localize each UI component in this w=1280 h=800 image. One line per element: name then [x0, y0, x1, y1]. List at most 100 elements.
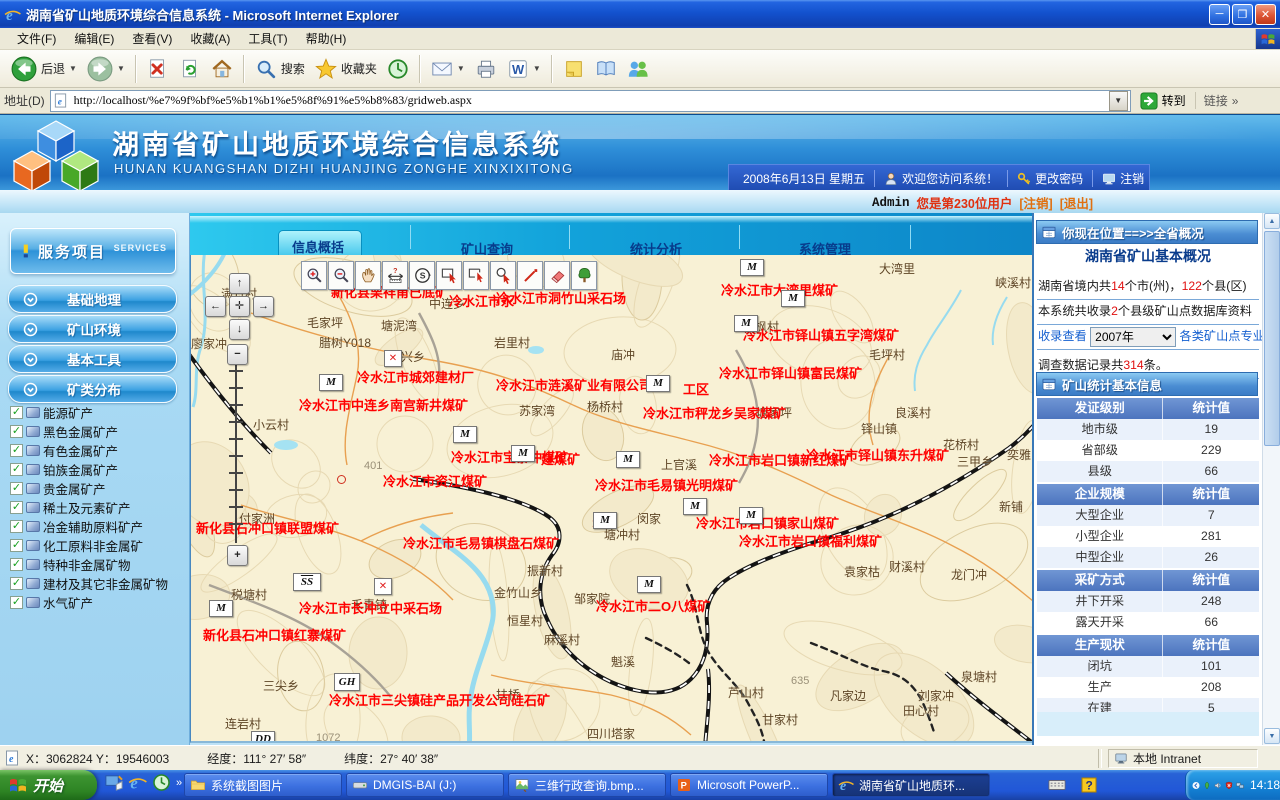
- pan-right-button[interactable]: →: [253, 296, 274, 317]
- map-marker-ghbox[interactable]: GH: [334, 673, 360, 691]
- tab-信息概括[interactable]: 信息概括: [292, 237, 344, 256]
- map-marker-xbox[interactable]: ✕: [374, 578, 392, 595]
- history-icon[interactable]: [152, 773, 171, 792]
- menu-item[interactable]: 工具(T): [239, 30, 296, 48]
- research-button[interactable]: [590, 55, 622, 83]
- address-input[interactable]: [72, 92, 1105, 109]
- start-button[interactable]: 开始: [0, 770, 97, 800]
- tab-系统管理[interactable]: 系统管理: [799, 239, 851, 256]
- mine-marker[interactable]: M: [511, 445, 535, 462]
- menu-item[interactable]: 文件(F): [8, 30, 65, 48]
- mine-marker[interactable]: M: [646, 375, 670, 392]
- mine-marker[interactable]: M: [734, 315, 758, 332]
- layer-checkbox[interactable]: ✓: [10, 463, 23, 476]
- exit-bracket-link[interactable]: [退出]: [1060, 193, 1093, 212]
- map-tool-zoom-out[interactable]: [328, 261, 354, 290]
- menu-item[interactable]: 编辑(E): [65, 30, 123, 48]
- lan-icon[interactable]: [1236, 779, 1244, 792]
- mine-marker[interactable]: M: [740, 259, 764, 276]
- map-tool-pan[interactable]: [355, 261, 381, 290]
- layer-row[interactable]: ✓有色金属矿产: [10, 441, 186, 460]
- keyboard-icon[interactable]: [1048, 777, 1066, 793]
- sidebar-group-3[interactable]: 基本工具: [8, 345, 177, 373]
- mine-marker[interactable]: M: [637, 576, 661, 593]
- layer-row[interactable]: ✓黑色金属矿产: [10, 422, 186, 441]
- tab-统计分析[interactable]: 统计分析: [630, 239, 682, 256]
- sidebar-group-4[interactable]: 矿类分布: [8, 375, 177, 403]
- close-button[interactable]: ✕: [1255, 4, 1276, 25]
- map-tool-scale[interactable]: S: [409, 261, 435, 290]
- sidebar-group-1[interactable]: 基础地理: [8, 285, 177, 313]
- speaker-icon[interactable]: [1214, 779, 1222, 792]
- forward-button[interactable]: ▼: [82, 53, 130, 85]
- mine-marker[interactable]: M: [781, 290, 805, 307]
- scroll-thumb[interactable]: [1264, 231, 1280, 446]
- layer-checkbox[interactable]: ✓: [10, 520, 23, 533]
- mine-marker[interactable]: M: [616, 451, 640, 468]
- home-button[interactable]: [206, 55, 238, 83]
- back-button[interactable]: 后退▼: [6, 53, 82, 85]
- links-menu[interactable]: 链接»: [1195, 92, 1239, 109]
- layer-row[interactable]: ✓特种非金属矿物: [10, 555, 186, 574]
- taskbar-task[interactable]: DMGIS-BAI (J:): [346, 773, 504, 797]
- map-tool-eraser[interactable]: [544, 261, 570, 290]
- mail-button[interactable]: ▼: [426, 55, 470, 83]
- taskbar-task[interactable]: e湖南省矿山地质环...: [832, 773, 990, 797]
- mine-marker[interactable]: M: [319, 374, 343, 391]
- scroll-down-button[interactable]: ▼: [1264, 728, 1280, 744]
- layer-row[interactable]: ✓冶金辅助原料矿产: [10, 517, 186, 536]
- menu-item[interactable]: 收藏(A): [181, 30, 239, 48]
- history-button[interactable]: [382, 55, 414, 83]
- map-tool-zoom-in[interactable]: [301, 261, 327, 290]
- layer-row[interactable]: ✓建材及其它非金属矿物: [10, 574, 186, 593]
- print-button[interactable]: [470, 55, 502, 83]
- pan-left-button[interactable]: ←: [205, 296, 226, 317]
- map-tool-select-rect[interactable]: [436, 261, 462, 290]
- taskbar-task[interactable]: 系统截图图片: [184, 773, 342, 797]
- mine-marker[interactable]: M: [209, 600, 233, 617]
- minimize-button[interactable]: ─: [1209, 4, 1230, 25]
- layer-checkbox[interactable]: ✓: [10, 558, 23, 571]
- layer-row[interactable]: ✓能源矿产: [10, 403, 186, 422]
- red-shield-icon[interactable]: [1225, 779, 1233, 792]
- menu-item[interactable]: 帮助(H): [297, 30, 356, 48]
- map-tool-clip-rect[interactable]: [463, 261, 489, 290]
- logout-link[interactable]: 注销: [1102, 170, 1144, 187]
- tab-矿山查询[interactable]: 矿山查询: [461, 239, 513, 256]
- map-tool-measure[interactable]: ?: [382, 261, 408, 290]
- layer-checkbox[interactable]: ✓: [10, 501, 23, 514]
- go-button[interactable]: 转到: [1136, 91, 1190, 111]
- search-button[interactable]: 搜索: [250, 55, 310, 83]
- address-field[interactable]: e ▼: [50, 90, 1131, 112]
- taskbar-task[interactable]: PMicrosoft PowerP...: [670, 773, 828, 797]
- layer-row[interactable]: ✓贵金属矿产: [10, 479, 186, 498]
- layer-checkbox[interactable]: ✓: [10, 539, 23, 552]
- map-marker-xbox[interactable]: ✕: [384, 350, 402, 367]
- chevron-left-icon[interactable]: [1192, 779, 1200, 792]
- help-icon[interactable]: ?: [1080, 777, 1098, 793]
- address-dropdown-icon[interactable]: ▼: [1109, 91, 1128, 111]
- pan-down-button[interactable]: ↓: [229, 319, 250, 340]
- ie-icon[interactable]: e: [128, 773, 147, 792]
- layer-checkbox[interactable]: ✓: [10, 596, 23, 609]
- favorites-button[interactable]: 收藏夹: [310, 55, 382, 83]
- map-marker-redring[interactable]: [337, 475, 346, 484]
- layer-row[interactable]: ✓化工原料非金属矿: [10, 536, 186, 555]
- map-area[interactable]: ?S 满竹村毛家坪塘泥湾腊树Y018中连乡同兴乡廖家冲岩里村庙冲苏家湾杨桥村小云…: [190, 255, 1032, 743]
- sidebar-group-2[interactable]: 矿山环境: [8, 315, 177, 343]
- quick-launch-more[interactable]: »: [176, 777, 182, 789]
- word-edit-button[interactable]: W▼: [502, 55, 546, 83]
- layer-checkbox[interactable]: ✓: [10, 444, 23, 457]
- page-scrollbar[interactable]: ▲ ▼: [1262, 213, 1280, 745]
- layer-row[interactable]: ✓水气矿产: [10, 593, 186, 612]
- green-pin-icon[interactable]: [1203, 779, 1211, 792]
- layer-row[interactable]: ✓铂族金属矿产: [10, 460, 186, 479]
- layer-checkbox[interactable]: ✓: [10, 482, 23, 495]
- layer-row[interactable]: ✓稀土及元素矿产: [10, 498, 186, 517]
- mine-marker[interactable]: M: [739, 507, 763, 524]
- map-marker-ssbox[interactable]: SS: [293, 573, 321, 591]
- show-desktop-icon[interactable]: [104, 773, 123, 792]
- zoom-minus-button[interactable]: −: [227, 344, 248, 365]
- refresh-button[interactable]: [174, 55, 206, 83]
- taskbar-task[interactable]: 三维行政查询.bmp...: [508, 773, 666, 797]
